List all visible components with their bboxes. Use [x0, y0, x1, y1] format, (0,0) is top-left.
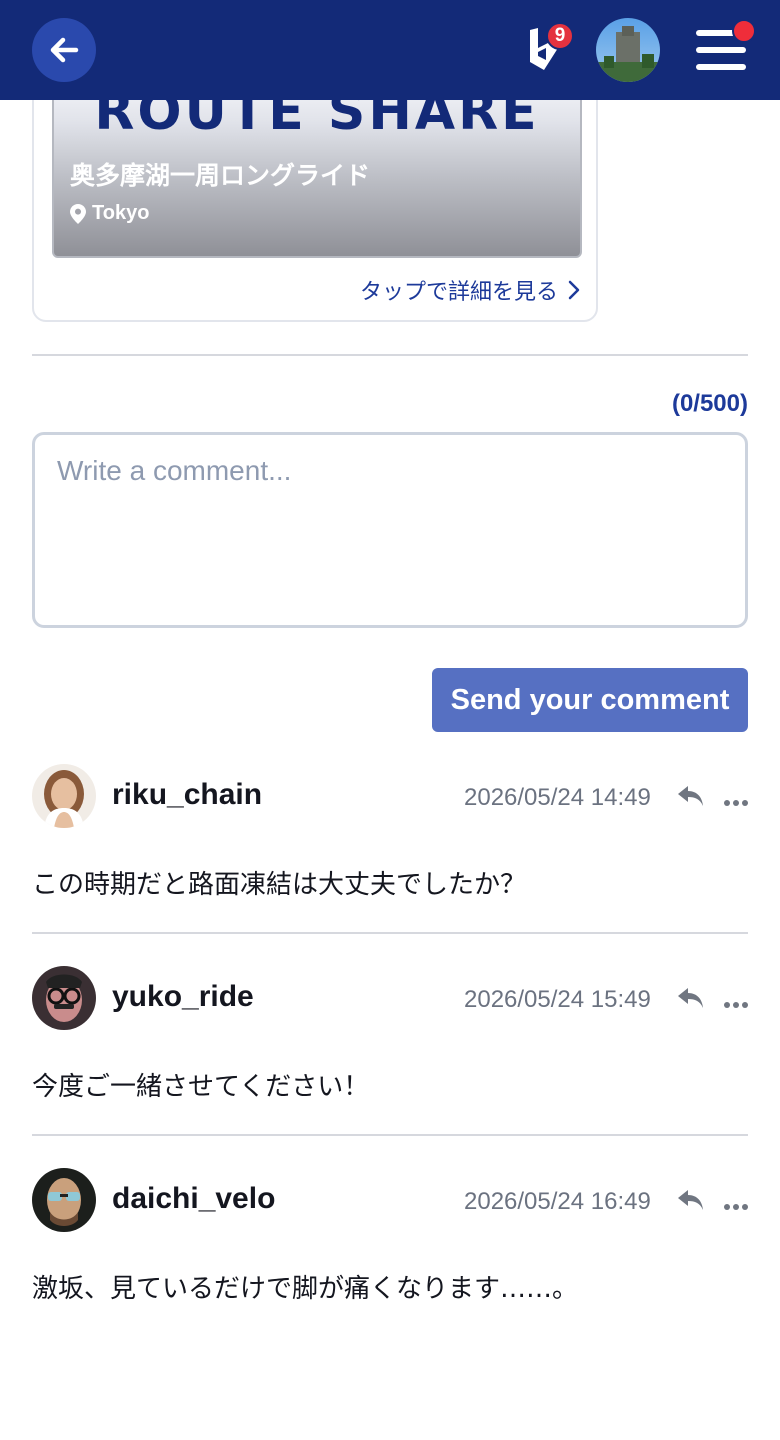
commenter-avatar[interactable]	[32, 764, 96, 828]
comment-char-count: (0/500)	[671, 390, 748, 417]
comment-text: 激坂、見ているだけで脚が痛くなります……。	[32, 1274, 579, 1304]
more-options-button[interactable]	[724, 792, 748, 806]
comment-username[interactable]: riku_chain	[112, 778, 262, 812]
comment-divider	[32, 1134, 748, 1136]
route-location: Tokyo	[70, 202, 149, 225]
more-horizontal-icon	[724, 800, 748, 806]
back-button[interactable]	[32, 18, 96, 82]
avatar	[32, 764, 96, 828]
comment-timestamp: 2026/05/24 14:49	[464, 784, 651, 811]
reply-button[interactable]	[676, 984, 706, 1012]
arrow-left-icon	[50, 37, 79, 63]
comment-username[interactable]: daichi_velo	[112, 1182, 275, 1216]
comment-text: この時期だと路面凍結は大丈夫でしたか？	[32, 870, 527, 900]
reply-button[interactable]	[676, 1186, 706, 1214]
commenter-avatar[interactable]	[32, 1168, 96, 1232]
avatar	[32, 966, 96, 1030]
section-divider	[32, 354, 748, 356]
comment-timestamp: 2026/05/24 16:49	[464, 1188, 651, 1215]
comment-username[interactable]: yuko_ride	[112, 980, 254, 1014]
location-pin-icon	[70, 203, 86, 224]
menu-notification-dot	[732, 19, 756, 43]
route-detail-link[interactable]: タップで詳細を見る	[360, 274, 580, 306]
comment-text: 今度ご一緒させてください！	[32, 1072, 370, 1102]
profile-avatar-button[interactable]	[596, 18, 660, 82]
reply-icon	[678, 988, 703, 1008]
more-options-button[interactable]	[724, 1196, 748, 1210]
comment-input[interactable]	[32, 432, 748, 628]
reply-icon	[678, 1190, 703, 1210]
comment-timestamp: 2026/05/24 15:49	[464, 986, 651, 1013]
route-detail-link-label: タップで詳細を見る	[359, 280, 558, 305]
reply-button[interactable]	[676, 782, 706, 810]
notification-count-badge: 9	[546, 22, 574, 50]
chevron-right-icon	[568, 280, 580, 300]
comment-divider	[32, 932, 748, 934]
top-navigation-bar: 9	[0, 0, 780, 100]
route-location-label: Tokyo	[92, 202, 150, 224]
more-horizontal-icon	[724, 1204, 748, 1210]
route-banner: ROUTE SHARE 奥多摩湖一周ロングライド Tokyo	[52, 82, 582, 258]
route-title: 奥多摩湖一周ロングライド	[70, 161, 371, 190]
avatar	[596, 18, 660, 82]
more-options-button[interactable]	[724, 994, 748, 1008]
commenter-avatar[interactable]	[32, 966, 96, 1030]
avatar	[32, 1168, 96, 1232]
reply-icon	[678, 786, 703, 806]
send-comment-button[interactable]: Send your comment	[432, 668, 748, 732]
more-horizontal-icon	[724, 1002, 748, 1008]
